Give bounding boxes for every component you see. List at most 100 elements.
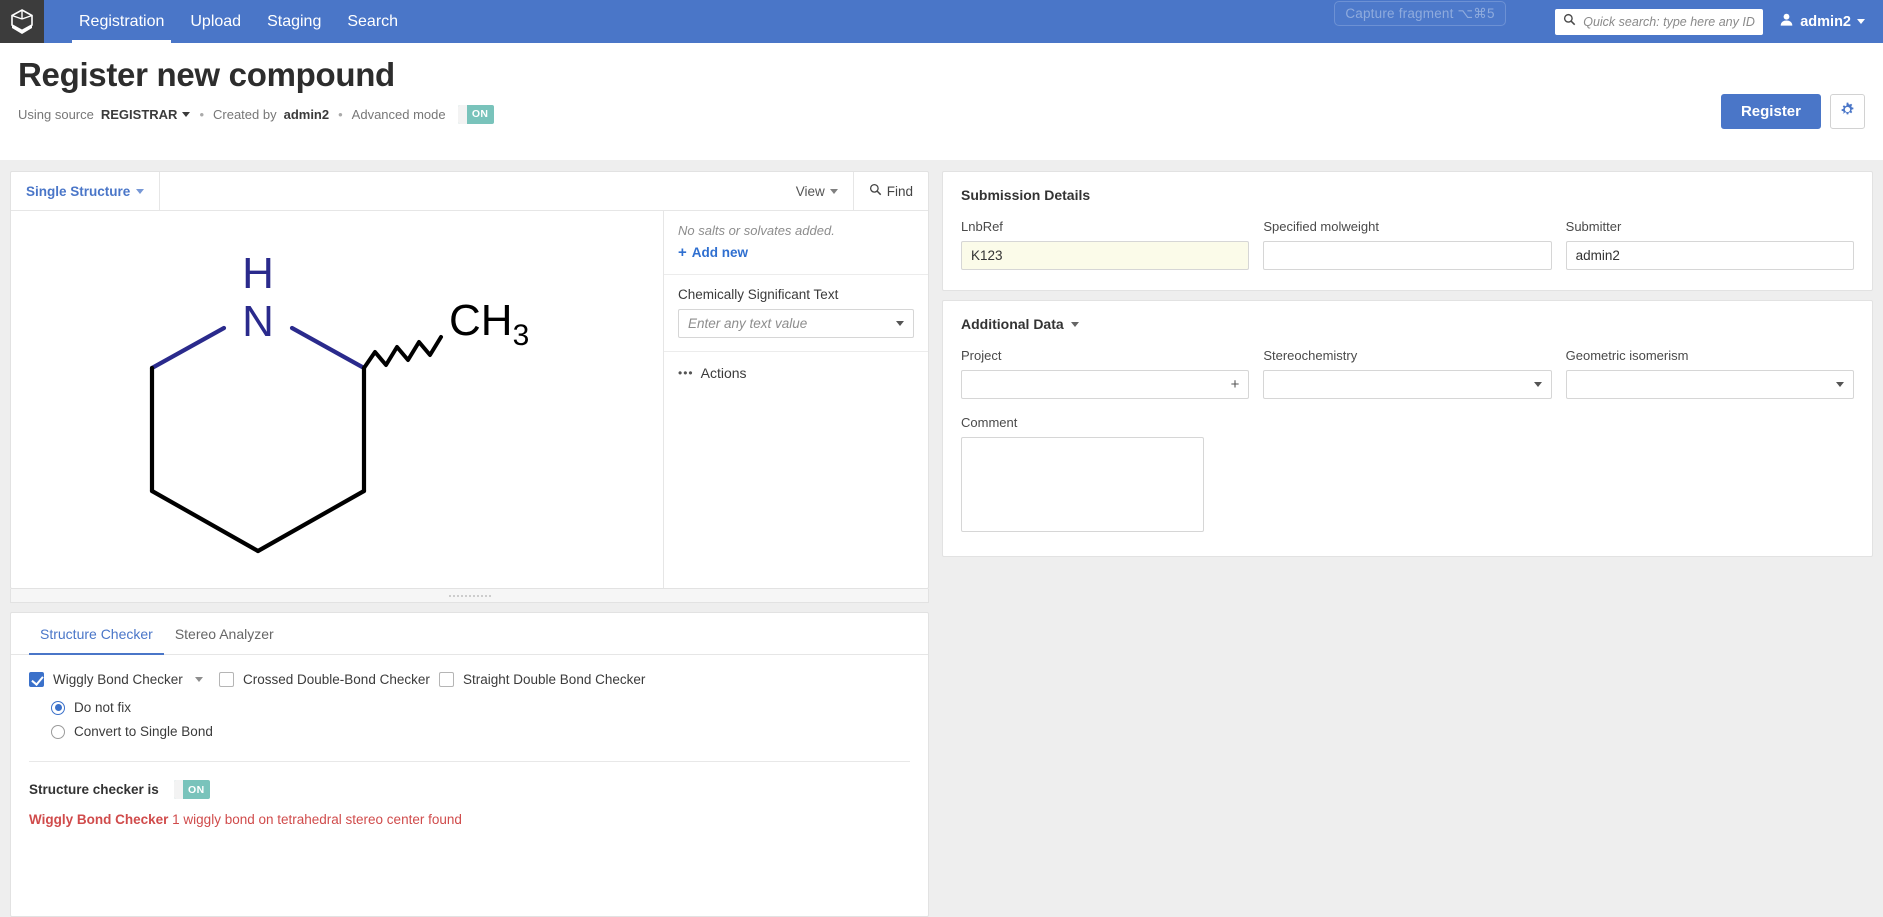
tab-structure-checker[interactable]: Structure Checker	[29, 613, 164, 654]
radio-icon[interactable]	[51, 701, 65, 715]
actions-label: Actions	[701, 365, 747, 381]
right-column: Submission Details LnbRef Specified molw…	[942, 171, 1873, 557]
molecule-drawing: N H CH3	[11, 211, 663, 575]
checker-status-toggle[interactable]: ON	[174, 780, 210, 799]
chevron-down-icon[interactable]	[195, 677, 203, 682]
submitter-input[interactable]	[1566, 241, 1854, 270]
chevron-down-icon	[136, 189, 144, 194]
page-title: Register new compound	[18, 57, 1865, 94]
checkbox-icon[interactable]	[439, 672, 454, 687]
salts-note: No salts or solvates added.	[678, 223, 914, 238]
check-label: Wiggly Bond Checker	[53, 672, 183, 687]
plus-icon: +	[1231, 377, 1240, 392]
search-icon	[1563, 13, 1576, 30]
structure-mode-dropdown[interactable]: Single Structure	[11, 172, 160, 210]
cst-select[interactable]: Enter any text value	[678, 309, 914, 338]
radio-icon[interactable]	[51, 725, 65, 739]
advanced-mode-toggle[interactable]: ON	[458, 105, 494, 124]
field-label: Specified molweight	[1263, 219, 1551, 234]
check-straight-double-bond[interactable]: Straight Double Bond Checker	[439, 672, 645, 687]
toggle-state-label: ON	[467, 108, 494, 120]
checker-options-row: Wiggly Bond Checker Crossed Double-Bond …	[29, 672, 910, 687]
chevron-down-icon	[1071, 322, 1079, 327]
search-icon	[869, 183, 882, 199]
source-dropdown[interactable]: REGISTRAR	[101, 107, 191, 122]
view-menu-button[interactable]: View	[781, 172, 853, 210]
toggle-knob	[174, 780, 183, 799]
field-project: Project +	[961, 348, 1249, 399]
chevron-down-icon	[1534, 382, 1542, 387]
comment-textarea[interactable]	[961, 437, 1204, 532]
additional-data-card: Additional Data Project + Stereochemistr…	[942, 300, 1873, 557]
chevron-down-icon	[182, 112, 190, 117]
header-actions: Register	[1721, 94, 1865, 129]
radio-label: Convert to Single Bond	[74, 724, 213, 739]
nav-item-registration[interactable]: Registration	[66, 0, 177, 43]
chevron-down-icon	[1857, 19, 1865, 24]
check-crossed-double-bond[interactable]: Crossed Double-Bond Checker	[219, 672, 439, 687]
field-label: Geometric isomerism	[1566, 348, 1854, 363]
checkbox-icon[interactable]	[29, 672, 44, 687]
plus-icon: +	[678, 245, 687, 260]
check-wiggly-bond[interactable]: Wiggly Bond Checker	[29, 672, 219, 687]
checker-body: Wiggly Bond Checker Crossed Double-Bond …	[11, 655, 928, 845]
primary-nav-links: Registration Upload Staging Search	[66, 0, 411, 43]
structure-side-panel: No salts or solvates added. + Add new Ch…	[663, 211, 928, 588]
user-name-label: admin2	[1800, 14, 1851, 30]
additional-data-title[interactable]: Additional Data	[961, 316, 1854, 332]
radio-convert-to-single-bond[interactable]: Convert to Single Bond	[51, 724, 910, 739]
add-new-label: Add new	[692, 245, 748, 260]
comment-block: Comment	[961, 415, 1204, 536]
nav-item-upload[interactable]: Upload	[177, 0, 254, 43]
geometric-isomerism-select[interactable]	[1566, 370, 1854, 399]
chevron-down-icon	[830, 189, 838, 194]
advanced-mode-label: Advanced mode	[352, 107, 446, 122]
cst-label: Chemically Significant Text	[678, 287, 914, 302]
register-button[interactable]: Register	[1721, 94, 1821, 129]
hydrogen-label: H	[242, 249, 274, 298]
project-select[interactable]: +	[961, 370, 1249, 399]
radio-do-not-fix[interactable]: Do not fix	[51, 700, 910, 715]
quick-search-input[interactable]: Quick search: type here any ID...	[1555, 9, 1763, 35]
nav-item-staging[interactable]: Staging	[254, 0, 334, 43]
app-logo[interactable]	[0, 0, 44, 43]
add-new-salt-link[interactable]: + Add new	[678, 245, 748, 260]
view-menu-label: View	[796, 184, 825, 199]
submission-details-title: Submission Details	[961, 187, 1854, 203]
toggle-state-label: ON	[183, 784, 210, 796]
lnbref-input[interactable]	[961, 241, 1249, 270]
chemically-significant-text-block: Chemically Significant Text Enter any te…	[664, 275, 928, 352]
chevron-down-icon	[1836, 382, 1844, 387]
methyl-label: CH3	[449, 296, 529, 352]
checkbox-icon[interactable]	[219, 672, 234, 687]
structure-canvas[interactable]: N H CH3	[11, 211, 663, 588]
user-menu[interactable]: admin2	[1779, 12, 1865, 31]
field-specified-molweight: Specified molweight	[1263, 219, 1551, 270]
structure-mode-label: Single Structure	[26, 184, 130, 199]
nav-item-search[interactable]: Search	[334, 0, 411, 43]
field-stereochemistry: Stereochemistry	[1263, 348, 1551, 399]
left-column: Single Structure View Find	[10, 171, 929, 917]
find-button[interactable]: Find	[853, 172, 928, 210]
page-meta-row: Using source REGISTRAR • Created by admi…	[18, 105, 1865, 124]
field-geometric-isomerism: Geometric isomerism	[1566, 348, 1854, 399]
page-header: Register new compound Using source REGIS…	[0, 43, 1883, 160]
cube-hexagon-logo-icon	[9, 8, 35, 36]
source-value: REGISTRAR	[101, 107, 178, 122]
toolbar-spacer	[160, 172, 780, 210]
specified-molweight-input[interactable]	[1263, 241, 1551, 270]
find-label: Find	[887, 184, 913, 199]
tab-stereo-analyzer[interactable]: Stereo Analyzer	[164, 613, 285, 654]
quick-search-placeholder: Quick search: type here any ID...	[1583, 15, 1755, 29]
nitrogen-label: N	[242, 297, 274, 346]
meta-separator: •	[336, 107, 345, 122]
settings-button[interactable]	[1830, 94, 1865, 129]
actions-menu[interactable]: ••• Actions	[664, 352, 928, 394]
structure-editor-card: Single Structure View Find	[10, 171, 929, 589]
check-label: Straight Double Bond Checker	[463, 672, 645, 687]
submission-fields: LnbRef Specified molweight Submitter	[961, 219, 1854, 270]
toggle-knob	[458, 105, 467, 124]
additional-data-title-label: Additional Data	[961, 316, 1064, 332]
panel-resize-handle[interactable]	[10, 589, 929, 603]
stereochemistry-select[interactable]	[1263, 370, 1551, 399]
